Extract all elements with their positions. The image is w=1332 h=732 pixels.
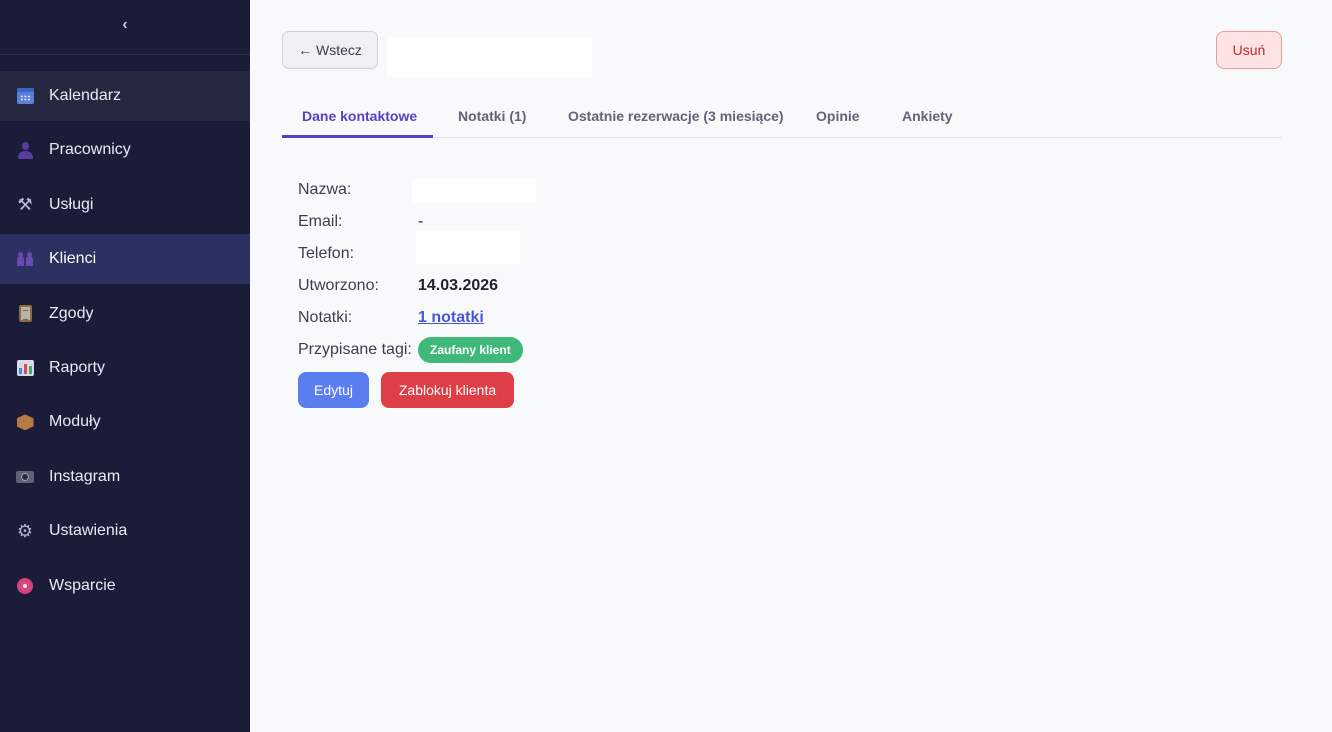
- sidebar-item-pracownicy[interactable]: Pracownicy: [0, 125, 250, 175]
- active-tab-indicator: [282, 135, 433, 138]
- email-label: Email:: [298, 213, 343, 230]
- sidebar-item-label: Usługi: [49, 195, 94, 213]
- sidebar-nav: Kalendarz Pracownicy ⚒ Usługi Klienci Zg…: [0, 55, 250, 611]
- gear-icon: ⚙: [16, 520, 34, 541]
- sidebar-header: ‹: [0, 0, 250, 55]
- name-value-redacted: [412, 179, 536, 203]
- sidebar-item-kalendarz[interactable]: Kalendarz: [0, 71, 250, 121]
- sidebar-item-raporty[interactable]: Raporty: [0, 343, 250, 393]
- sidebar-item-label: Wsparcie: [49, 576, 116, 594]
- sidebar-item-label: Klienci: [49, 250, 97, 268]
- delete-button[interactable]: Usuń: [1216, 31, 1282, 69]
- sidebar-item-zgody[interactable]: Zgody: [0, 289, 250, 339]
- bar-chart-icon: [16, 359, 34, 377]
- tab-dane-kontaktowe[interactable]: Dane kontaktowe: [302, 94, 417, 138]
- tab-bar: Dane kontaktowe Notatki (1) Ostatnie rez…: [282, 94, 1282, 138]
- calendar-icon: [16, 87, 34, 105]
- sidebar-item-label: Raporty: [49, 358, 106, 376]
- people-icon: [16, 250, 34, 268]
- sidebar-item-label: Kalendarz: [49, 87, 122, 104]
- clipboard-icon: [16, 305, 34, 323]
- edit-button[interactable]: Edytuj: [298, 372, 369, 408]
- sidebar-item-uslugi[interactable]: ⚒ Usługi: [0, 180, 250, 230]
- sidebar-item-label: Ustawienia: [49, 522, 128, 540]
- back-button[interactable]: ← Wstecz: [282, 31, 378, 69]
- phone-value-redacted: [416, 230, 520, 264]
- block-client-button[interactable]: Zablokuj klienta: [381, 372, 514, 408]
- sidebar-item-ustawienia[interactable]: ⚙ Ustawienia: [0, 506, 250, 556]
- phone-label: Telefon:: [298, 245, 355, 262]
- tools-icon: ⚒: [17, 194, 33, 214]
- created-value: 14.03.2026: [418, 277, 499, 294]
- sidebar: ‹ Kalendarz Pracownicy ⚒ Usługi Klienci …: [0, 0, 250, 732]
- sidebar-item-instagram[interactable]: Instagram: [0, 452, 250, 502]
- main-content: ← Wstecz Usuń Dane kontaktowe Notatki (1…: [250, 0, 1332, 732]
- created-label: Utworzono:: [298, 277, 379, 294]
- chevron-left-icon[interactable]: ‹: [115, 16, 135, 34]
- lifebuoy-icon: [16, 577, 34, 595]
- person-icon: [16, 141, 34, 159]
- sidebar-item-label: Instagram: [49, 467, 121, 485]
- name-label: Nazwa:: [298, 181, 352, 198]
- client-name-title-redacted: [387, 37, 592, 77]
- notes-label: Notatki:: [298, 309, 353, 326]
- tag-badge: Zaufany klient: [418, 337, 523, 363]
- sidebar-item-label: Zgody: [49, 304, 94, 322]
- sidebar-item-moduly[interactable]: Moduły: [0, 397, 250, 447]
- sidebar-item-wsparcie[interactable]: Wsparcie: [0, 561, 250, 611]
- tab-opinie[interactable]: Opinie: [816, 94, 860, 138]
- tab-ostatnie-rezerwacje[interactable]: Ostatnie rezerwacje (3 miesiące): [568, 94, 784, 138]
- tags-label: Przypisane tagi:: [298, 341, 412, 358]
- sidebar-item-klienci[interactable]: Klienci: [0, 234, 250, 285]
- tab-notatki[interactable]: Notatki (1): [458, 94, 526, 138]
- sidebar-item-label: Pracownicy: [49, 141, 131, 159]
- notes-link[interactable]: 1 notatki: [418, 309, 484, 327]
- camera-icon: [16, 468, 34, 486]
- package-icon: [16, 413, 34, 431]
- tab-ankiety[interactable]: Ankiety: [902, 94, 953, 138]
- email-value: -: [418, 213, 424, 230]
- sidebar-item-label: Moduły: [49, 413, 101, 431]
